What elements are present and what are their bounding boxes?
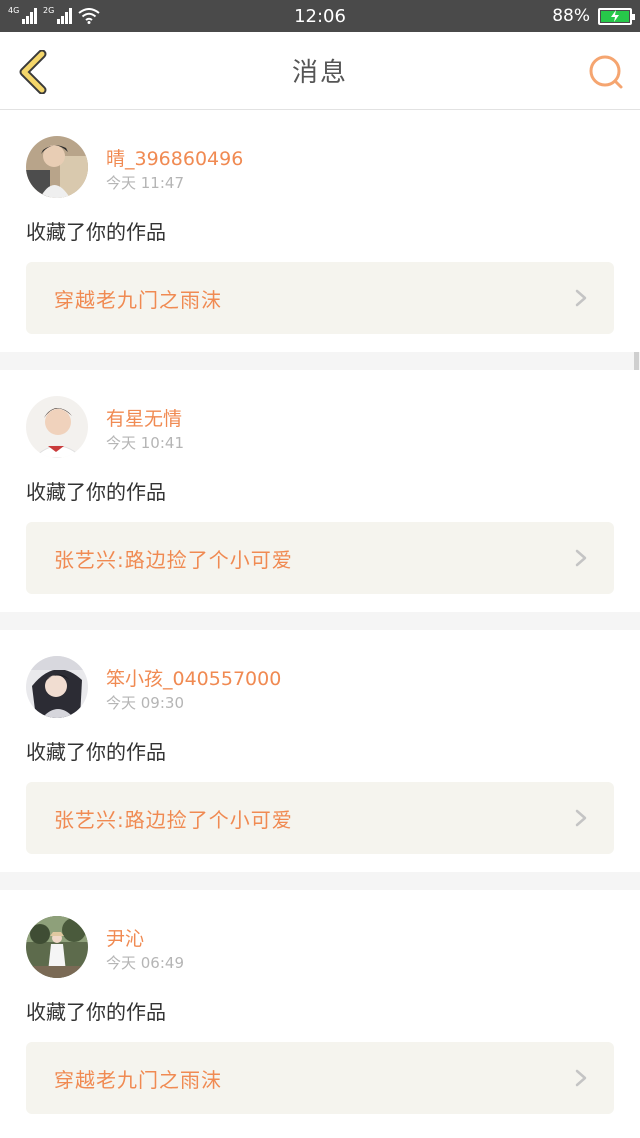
chevron-right-icon — [575, 289, 587, 307]
message-time: 今天 09:30 — [106, 694, 184, 712]
back-button[interactable] — [14, 50, 54, 94]
chevron-right-icon — [575, 809, 587, 827]
work-link[interactable]: 穿越老九门之雨沫 — [26, 1042, 614, 1114]
user-name[interactable]: 笨小孩_040557000 — [106, 664, 281, 691]
action-text: 收藏了你的作品 — [26, 480, 166, 504]
avatar[interactable] — [26, 656, 88, 718]
network-type-2: 2G — [43, 6, 55, 15]
network-type-1: 4G — [8, 6, 20, 15]
message-card: 尹沁 今天 06:49 收藏了你的作品 穿越老九门之雨沫 — [0, 890, 640, 1132]
user-name[interactable]: 尹沁 — [106, 924, 144, 951]
work-link[interactable]: 张艺兴:路边捡了个小可爱 — [26, 782, 614, 854]
message-list: 晴_396860496 今天 11:47 收藏了你的作品 穿越老九门之雨沫 有星… — [0, 110, 640, 1132]
avatar[interactable] — [26, 916, 88, 978]
battery-percent: 88% — [552, 6, 590, 26]
wifi-icon — [78, 8, 100, 24]
signal-icon-1: 4G — [8, 6, 37, 24]
work-link[interactable]: 穿越老九门之雨沫 — [26, 262, 614, 334]
message-time: 今天 10:41 — [106, 434, 184, 452]
work-link[interactable]: 张艺兴:路边捡了个小可爱 — [26, 522, 614, 594]
chevron-right-icon — [575, 549, 587, 567]
charging-bolt-icon — [611, 10, 619, 22]
message-card: 笨小孩_040557000 今天 09:30 收藏了你的作品 张艺兴:路边捡了个… — [0, 630, 640, 872]
message-card: 有星无情 今天 10:41 收藏了你的作品 张艺兴:路边捡了个小可爱 — [0, 370, 640, 612]
battery-icon — [598, 7, 635, 25]
work-title: 穿越老九门之雨沫 — [54, 287, 222, 312]
user-name[interactable]: 有星无情 — [106, 404, 182, 431]
signal-icon-2: 2G — [43, 6, 72, 24]
app-header: 消息 — [0, 32, 640, 110]
user-name[interactable]: 晴_396860496 — [106, 144, 243, 171]
action-text: 收藏了你的作品 — [26, 740, 166, 764]
chevron-right-icon — [575, 1069, 587, 1087]
action-text: 收藏了你的作品 — [26, 220, 166, 244]
work-title: 穿越老九门之雨沫 — [54, 1067, 222, 1092]
work-title: 张艺兴:路边捡了个小可爱 — [54, 807, 293, 832]
work-title: 张艺兴:路边捡了个小可爱 — [54, 547, 293, 572]
avatar[interactable] — [26, 136, 88, 198]
status-bar: 4G 2G 12:06 88% — [0, 0, 640, 32]
action-text: 收藏了你的作品 — [26, 1000, 166, 1024]
message-time: 今天 11:47 — [106, 174, 184, 192]
avatar[interactable] — [26, 396, 88, 458]
search-icon[interactable] — [586, 52, 626, 92]
message-card: 晴_396860496 今天 11:47 收藏了你的作品 穿越老九门之雨沫 — [0, 110, 640, 352]
clock: 12:06 — [294, 5, 346, 27]
page-title: 消息 — [291, 58, 348, 88]
message-time: 今天 06:49 — [106, 954, 184, 972]
